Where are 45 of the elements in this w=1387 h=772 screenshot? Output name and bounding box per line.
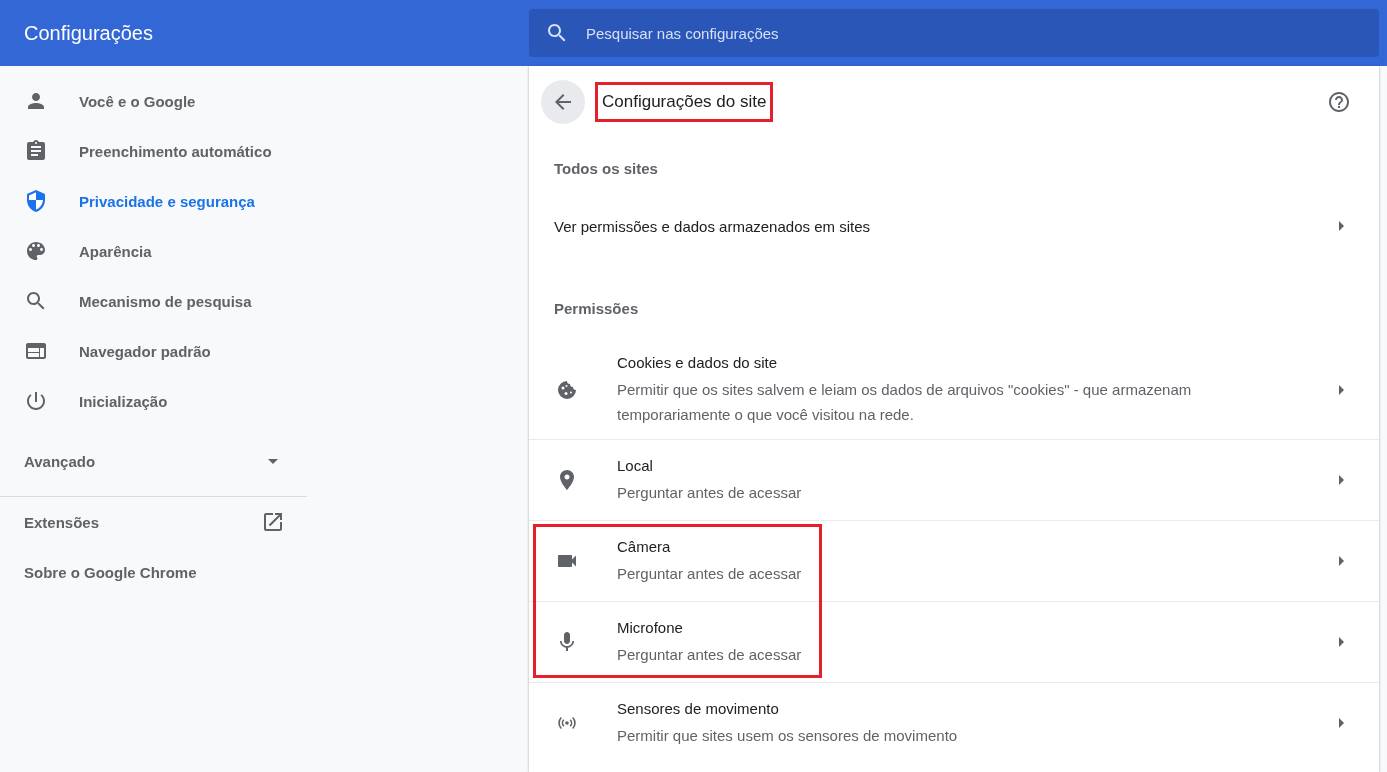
permission-title: Local <box>617 456 654 476</box>
section-heading: Todos os sites <box>553 158 659 179</box>
page-title: Configurações do site <box>595 82 774 122</box>
permission-description: Perguntar antes de acessar <box>617 564 803 584</box>
chevron-right-icon <box>1339 637 1344 647</box>
sidebar-link[interactable]: Extensões <box>0 497 307 547</box>
sidebar-item[interactable]: Preenchimento automático <box>0 126 307 176</box>
sidebar-link[interactable]: Sobre o Google Chrome <box>0 547 307 597</box>
sidebar-item[interactable]: Você e o Google <box>0 76 307 126</box>
sidebar-item[interactable]: Inicialização <box>0 376 307 426</box>
caret-icon <box>268 458 278 464</box>
sidebar-item[interactable]: Privacidade e segurança <box>0 176 307 226</box>
permission-title: Microfone <box>617 618 684 638</box>
permission-description: Perguntar antes de acessar <box>617 483 803 503</box>
sidebar-item[interactable]: Mecanismo de pesquisa <box>0 276 307 326</box>
search-field[interactable]: Pesquisar nas configurações <box>529 9 1379 57</box>
help-icon <box>1327 90 1351 114</box>
permission-title: Cookies e dados do site <box>617 353 779 373</box>
permission-description: Permitir que sites usem os sensores de movimento <box>617 726 959 746</box>
permission-row[interactable]: Microfone Perguntar antes de acessar <box>529 601 1379 682</box>
sidebar-item[interactable]: Navegador padrão <box>0 326 307 376</box>
chevron-right-icon <box>1339 221 1344 231</box>
section-heading: Permissões <box>553 298 640 319</box>
power-icon <box>24 389 48 413</box>
palette-icon <box>24 239 48 263</box>
permission-row[interactable]: Sensores de movimento Permitir que sites usem os sensores de movimento <box>529 682 1379 763</box>
permission-row[interactable]: Câmera Perguntar antes de acessar <box>529 520 1379 601</box>
chevron-right-icon <box>1339 556 1344 566</box>
permission-title: Câmera <box>617 537 672 557</box>
clipboard-icon <box>24 139 48 163</box>
advanced-toggle[interactable]: Avançado <box>0 436 307 486</box>
chevron-right-icon <box>1339 718 1344 728</box>
back-button[interactable] <box>541 80 585 124</box>
permission-row[interactable]: Cookies e dados do site Permitir que os sites salvem e leiam os dados de arquivos "cookies" - que armazenam temporariamente o que você visitou na rede. <box>529 340 1379 439</box>
app-title: Configurações <box>23 21 154 45</box>
sidebar-item[interactable]: Aparência <box>0 226 307 276</box>
permission-row[interactable]: Local Perguntar antes de acessar <box>529 439 1379 520</box>
shield-icon <box>24 189 48 213</box>
permission-title: Sensores de movimento <box>617 699 780 719</box>
chevron-right-icon <box>1339 384 1344 395</box>
permission-description: Permitir que os sites salvem e leiam os dados de arquivos "cookies" - que armazenam temporariamente o que você visitou na rede. <box>617 380 1193 425</box>
all-sites-link[interactable]: Ver permissões e dados armazenados em sites <box>529 198 1379 254</box>
permission-description: Perguntar antes de acessar <box>617 645 803 665</box>
chevron-right-icon <box>1339 475 1344 485</box>
external-link-icon <box>261 510 285 534</box>
